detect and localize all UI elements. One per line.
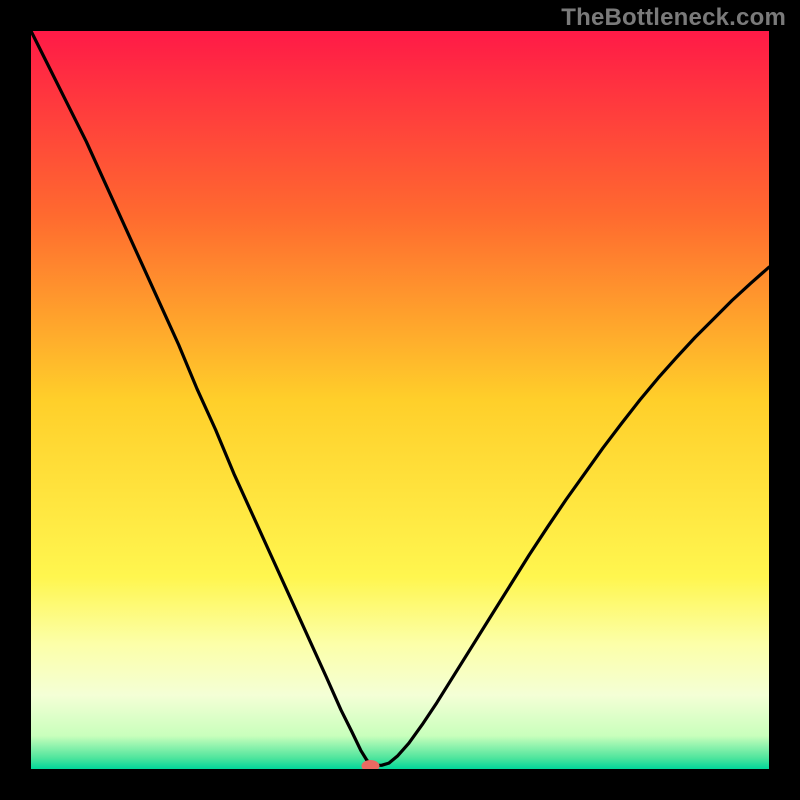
plot-area [31,31,769,769]
gradient-background [31,31,769,769]
chart-frame: TheBottleneck.com [0,0,800,800]
watermark-text: TheBottleneck.com [561,4,786,32]
chart-svg [31,31,769,769]
